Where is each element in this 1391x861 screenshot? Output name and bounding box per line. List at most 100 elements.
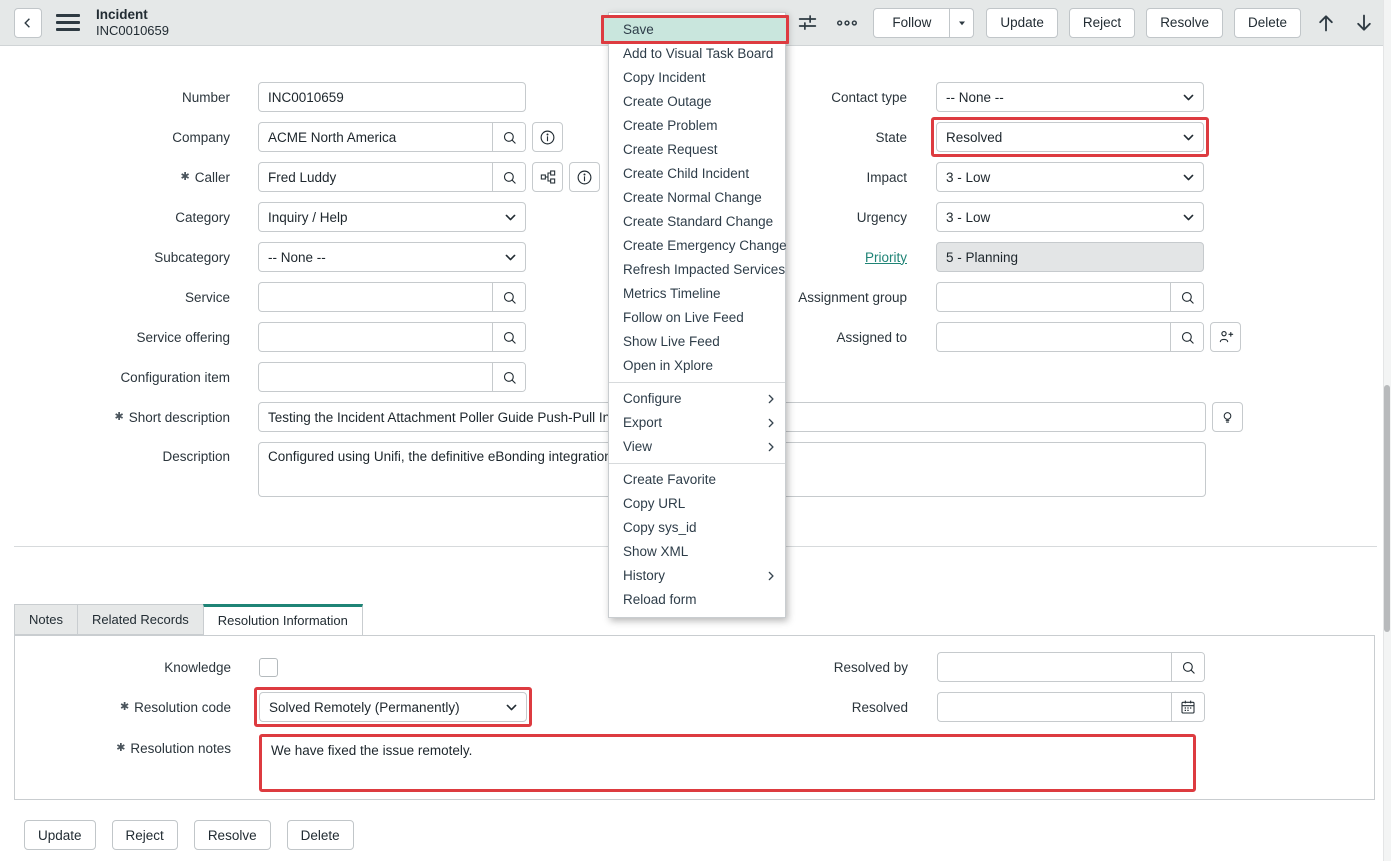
menu-item-export[interactable]: Export <box>609 411 785 435</box>
follow-dropdown-button[interactable] <box>950 8 974 38</box>
configuration_item-label-text: Configuration item <box>120 370 230 385</box>
urgency-field[interactable]: 3 - Low <box>936 202 1204 232</box>
back-button[interactable] <box>14 8 42 38</box>
resolved-field[interactable] <box>937 692 1205 722</box>
subcategory-field[interactable]: -- None -- <box>258 242 526 272</box>
company-label: Company <box>0 130 230 145</box>
menu-item-create-child-incident[interactable]: Create Child Incident <box>609 162 785 186</box>
follow-split-button: Follow <box>873 8 974 38</box>
caller-search-button[interactable] <box>492 163 525 191</box>
tab-notes[interactable]: Notes <box>14 604 78 635</box>
priority-field: 5 - Planning <box>936 242 1204 272</box>
menu-item-copy-sys-id[interactable]: Copy sys_id <box>609 516 785 540</box>
scrollbar-thumb[interactable] <box>1384 385 1390 632</box>
menu-item-create-favorite[interactable]: Create Favorite <box>609 468 785 492</box>
down-arrow-button[interactable] <box>1351 8 1377 38</box>
header-delete-button[interactable]: Delete <box>1234 8 1301 38</box>
footer-delete-button[interactable]: Delete <box>287 820 354 850</box>
service_offering-search-button[interactable] <box>492 323 525 351</box>
assignment_group-field[interactable] <box>936 282 1204 312</box>
header-reject-button[interactable]: Reject <box>1069 8 1135 38</box>
footer-update-button[interactable]: Update <box>24 820 96 850</box>
menu-separator <box>609 463 785 464</box>
menu-item-create-normal-change[interactable]: Create Normal Change <box>609 186 785 210</box>
menu-item-reload-form[interactable]: Reload form <box>609 588 785 612</box>
header-update-button[interactable]: Update <box>986 8 1058 38</box>
subcategory-label-text: Subcategory <box>154 250 230 265</box>
impact-value: 3 - Low <box>937 170 1173 185</box>
menu-item-show-xml[interactable]: Show XML <box>609 540 785 564</box>
caller-info-button[interactable] <box>569 162 600 192</box>
menu-item-open-in-xplore[interactable]: Open in Xplore <box>609 354 785 378</box>
knowledge-checkbox[interactable] <box>259 658 278 677</box>
assigned_to-add-person-button[interactable] <box>1210 322 1241 352</box>
caller-hierarchy-button[interactable] <box>532 162 563 192</box>
follow-button[interactable]: Follow <box>873 8 950 38</box>
footer-reject-button[interactable]: Reject <box>112 820 178 850</box>
resolved-calendar-button[interactable] <box>1171 693 1204 721</box>
configuration_item-field[interactable] <box>258 362 526 392</box>
footer-resolve-button[interactable]: Resolve <box>194 820 271 850</box>
configuration_item-controls <box>258 362 526 392</box>
caret-down-icon <box>956 17 968 29</box>
info-icon <box>576 169 593 186</box>
state-field[interactable]: Resolved <box>936 122 1204 152</box>
more-options-icon[interactable] <box>833 8 861 38</box>
header-resolve-button[interactable]: Resolve <box>1146 8 1223 38</box>
contact_type-field[interactable]: -- None -- <box>936 82 1204 112</box>
chevron-down-icon <box>496 701 526 714</box>
menu-item-history[interactable]: History <box>609 564 785 588</box>
up-arrow-button[interactable] <box>1313 8 1339 38</box>
company-info-button[interactable] <box>532 122 563 152</box>
menu-item-show-live-feed[interactable]: Show Live Feed <box>609 330 785 354</box>
caller-label: ✱Caller <box>0 170 230 185</box>
resolution_code-field[interactable]: Solved Remotely (Permanently) <box>259 692 527 722</box>
category-field[interactable]: Inquiry / Help <box>258 202 526 232</box>
resolved_by-search-button[interactable] <box>1171 653 1204 681</box>
form-context-menu-button[interactable] <box>56 14 80 32</box>
number-field[interactable]: INC0010659 <box>258 82 526 112</box>
assigned_to-search-button[interactable] <box>1170 323 1203 351</box>
menu-item-label: Copy Incident <box>623 70 706 85</box>
impact-field[interactable]: 3 - Low <box>936 162 1204 192</box>
menu-item-configure[interactable]: Configure <box>609 387 785 411</box>
record-type-label: Incident <box>96 7 169 23</box>
company-controls: ACME North America <box>258 122 563 152</box>
company-search-button[interactable] <box>492 123 525 151</box>
menu-item-label: Create Favorite <box>623 472 716 487</box>
menu-item-metrics-timeline[interactable]: Metrics Timeline <box>609 282 785 306</box>
tree-icon <box>540 169 556 185</box>
menu-item-create-request[interactable]: Create Request <box>609 138 785 162</box>
menu-item-label: Open in Xplore <box>623 358 713 373</box>
assignment_group-search-button[interactable] <box>1170 283 1203 311</box>
service-field[interactable] <box>258 282 526 312</box>
service_offering-field[interactable] <box>258 322 526 352</box>
menu-item-create-outage[interactable]: Create Outage <box>609 90 785 114</box>
knowledge-controls <box>259 658 278 677</box>
menu-item-follow-on-live-feed[interactable]: Follow on Live Feed <box>609 306 785 330</box>
priority-label-text[interactable]: Priority <box>865 250 907 265</box>
tab-resolution-information[interactable]: Resolution Information <box>203 604 363 636</box>
priority-controls: 5 - Planning <box>936 242 1204 272</box>
assigned_to-field[interactable] <box>936 322 1204 352</box>
menu-item-add-to-visual-task-board[interactable]: Add to Visual Task Board <box>609 42 785 66</box>
caller-field[interactable]: Fred Luddy <box>258 162 526 192</box>
search-icon <box>502 290 517 305</box>
menu-item-save[interactable]: Save <box>609 18 785 42</box>
menu-item-create-standard-change[interactable]: Create Standard Change <box>609 210 785 234</box>
menu-item-copy-url[interactable]: Copy URL <box>609 492 785 516</box>
short_description-suggestion-button[interactable] <box>1212 402 1243 432</box>
service-search-button[interactable] <box>492 283 525 311</box>
personalize-form-icon[interactable] <box>793 8 821 38</box>
menu-item-copy-incident[interactable]: Copy Incident <box>609 66 785 90</box>
category-label: Category <box>0 210 230 225</box>
menu-item-view[interactable]: View <box>609 435 785 459</box>
menu-item-refresh-impacted-services[interactable]: Refresh Impacted Services <box>609 258 785 282</box>
menu-item-create-emergency-change[interactable]: Create Emergency Change <box>609 234 785 258</box>
tab-related-records[interactable]: Related Records <box>77 604 204 635</box>
resolution_notes-field[interactable]: We have fixed the issue remotely. <box>259 734 1196 792</box>
company-field[interactable]: ACME North America <box>258 122 526 152</box>
configuration_item-search-button[interactable] <box>492 363 525 391</box>
resolved_by-field[interactable] <box>937 652 1205 682</box>
menu-item-create-problem[interactable]: Create Problem <box>609 114 785 138</box>
